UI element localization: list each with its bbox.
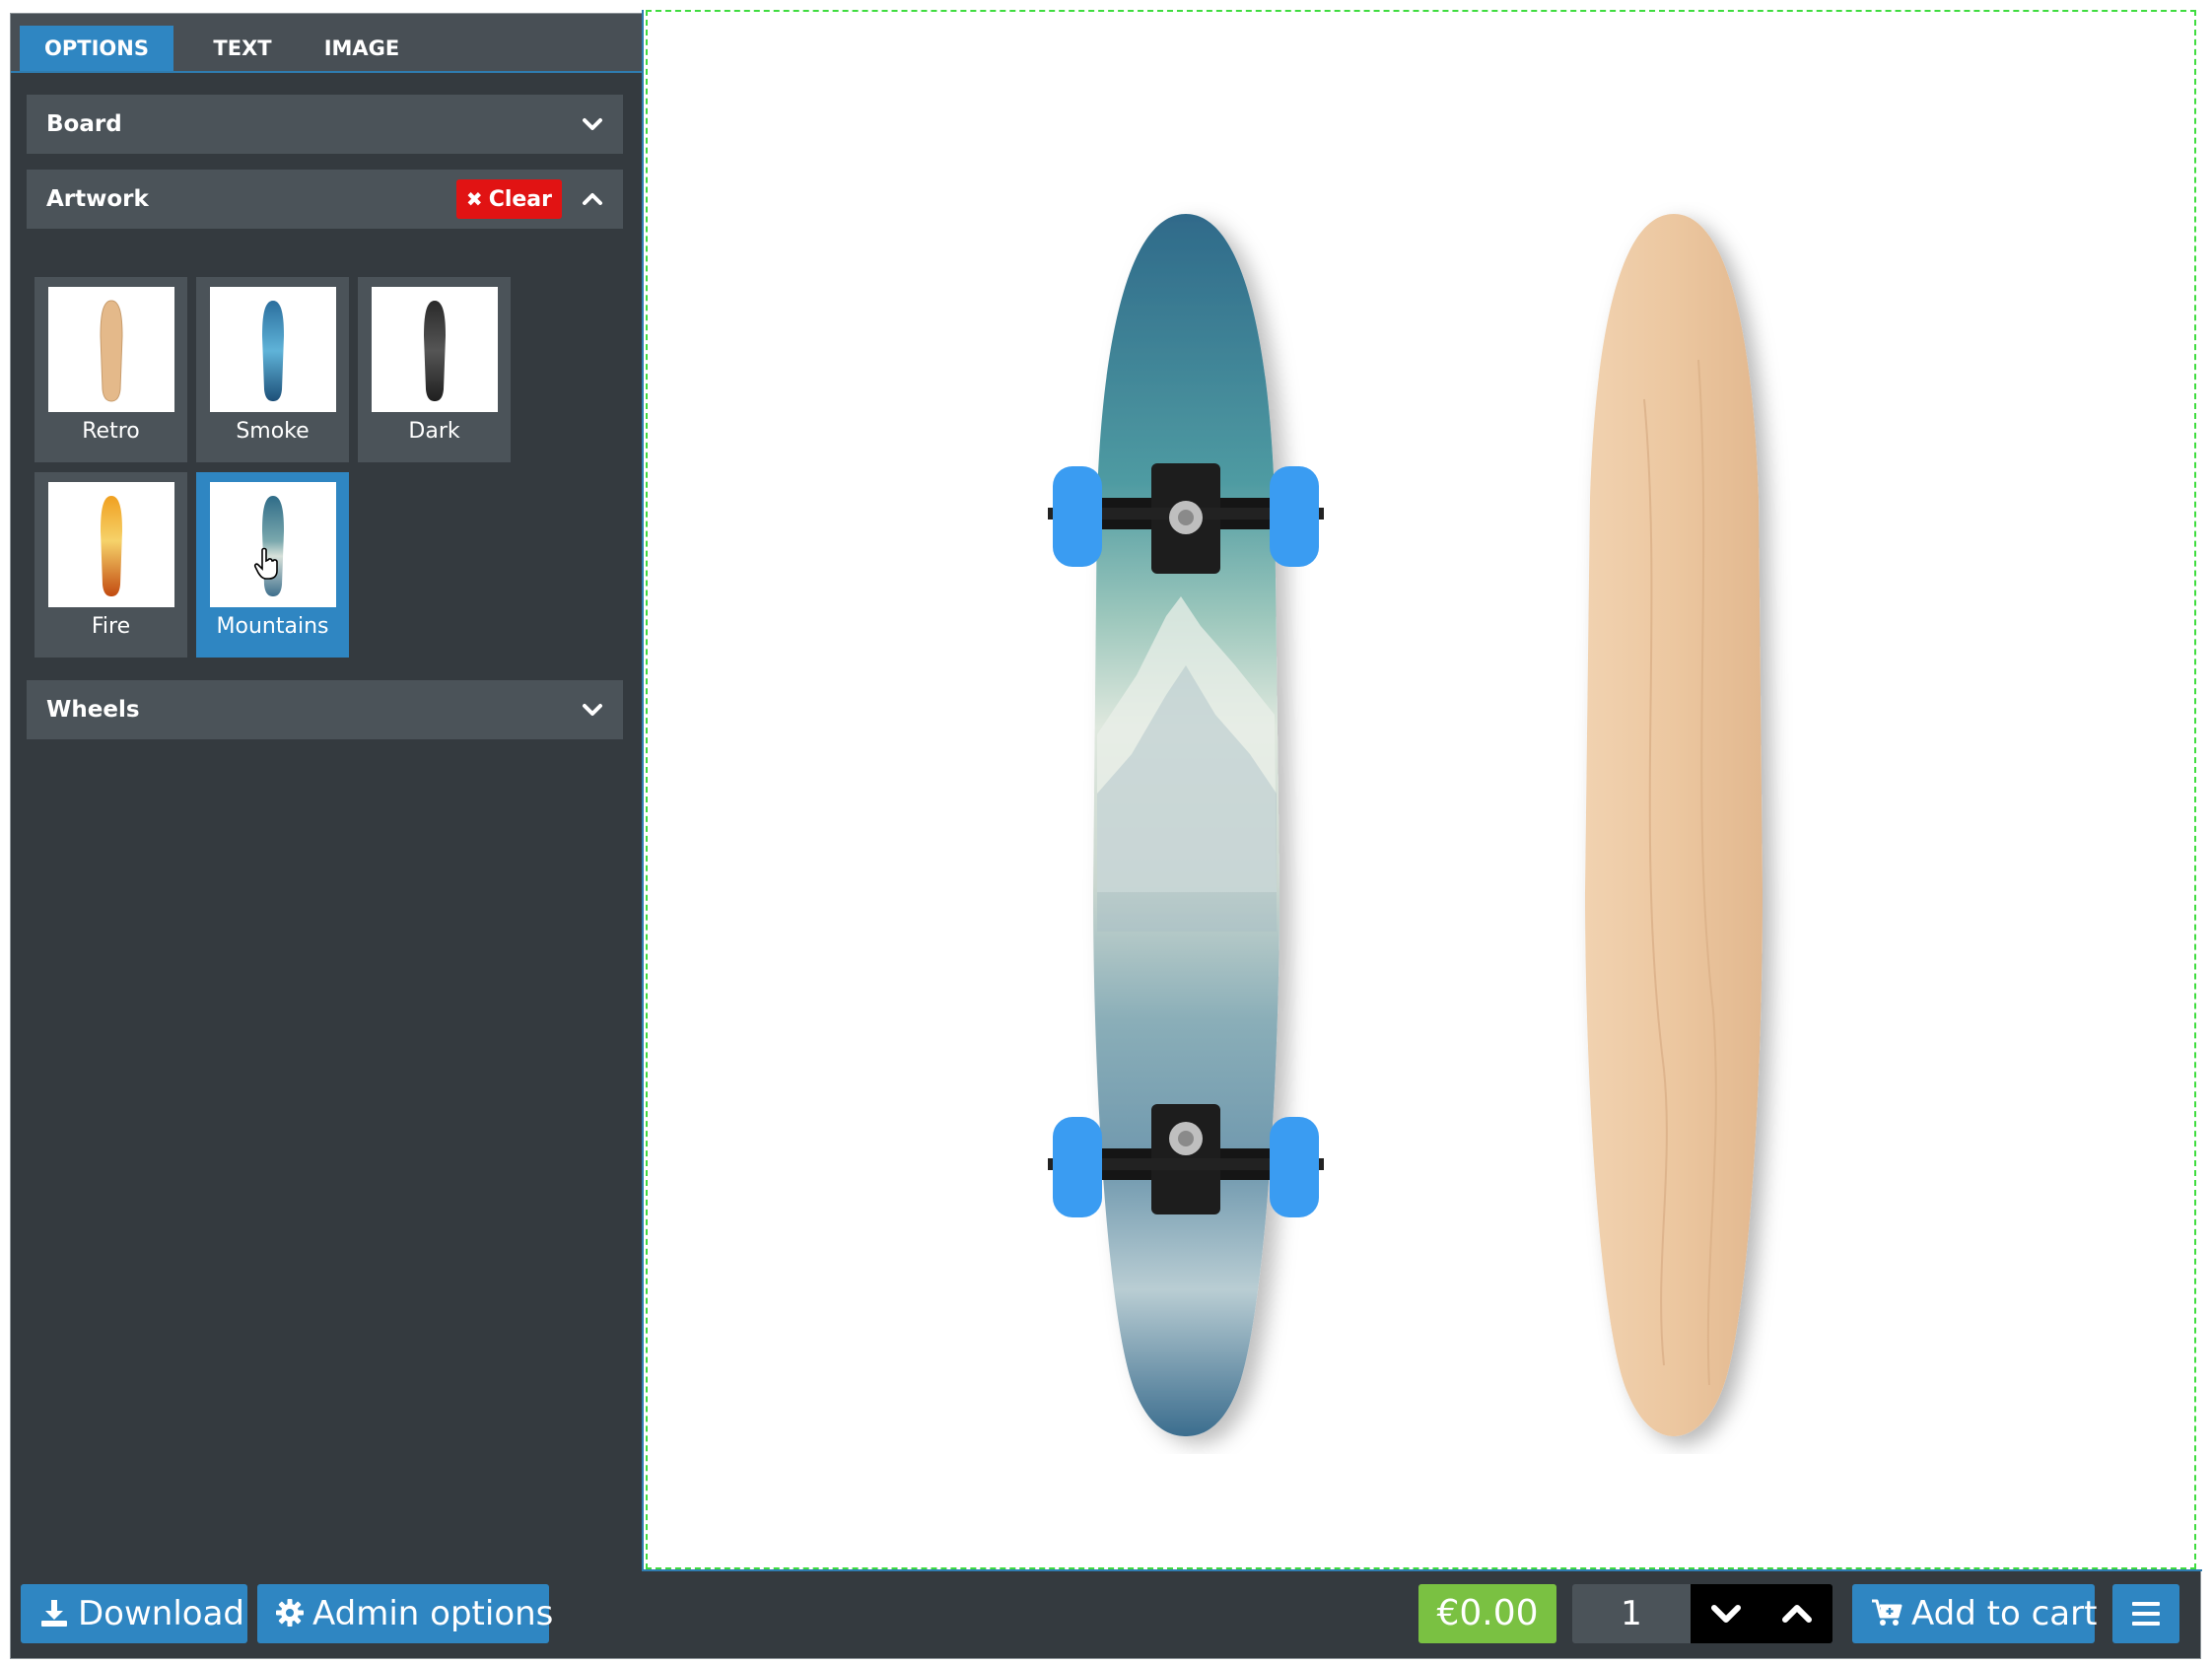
- tile-label: Smoke: [236, 419, 310, 444]
- download-button-label: Download: [78, 1594, 245, 1633]
- chevron-down-icon: [578, 680, 607, 739]
- admin-options-button[interactable]: Admin options: [257, 1584, 553, 1643]
- skateboard-front-view[interactable]: [1018, 202, 1353, 1454]
- accordion-board-title: Board: [46, 111, 122, 137]
- accordion-artwork-title: Artwork: [46, 186, 149, 212]
- retro-board-thumbnail: [48, 287, 174, 412]
- skateboard-back-view[interactable]: [1526, 202, 1822, 1454]
- chevron-down-icon: [578, 95, 607, 154]
- tile-label: Retro: [82, 419, 140, 444]
- quantity-increase-button[interactable]: [1762, 1584, 1832, 1643]
- quantity-input[interactable]: 1: [1572, 1584, 1691, 1643]
- clear-button-label: Clear: [488, 187, 552, 212]
- cart-plus-icon: [1872, 1599, 1902, 1626]
- add-to-cart-label: Add to cart: [1911, 1594, 2098, 1633]
- clear-button[interactable]: ✖ Clear: [455, 179, 562, 219]
- accordion-board[interactable]: Board: [27, 95, 623, 154]
- artwork-option-dark[interactable]: Dark: [358, 277, 511, 462]
- add-to-cart-button[interactable]: Add to cart: [1852, 1584, 2098, 1643]
- download-icon: [41, 1599, 67, 1627]
- close-icon: ✖: [465, 187, 483, 211]
- artwork-option-fire[interactable]: Fire: [35, 472, 187, 658]
- tab-text[interactable]: TEXT: [188, 26, 297, 71]
- menu-button[interactable]: [2112, 1584, 2179, 1643]
- mountains-board-thumbnail: [210, 482, 336, 607]
- chevron-up-icon: [1782, 1605, 1812, 1623]
- accordion-wheels-title: Wheels: [46, 697, 140, 723]
- artwork-option-retro[interactable]: Retro: [35, 277, 187, 462]
- dark-board-thumbnail: [372, 287, 498, 412]
- artwork-option-smoke[interactable]: Smoke: [196, 277, 349, 462]
- smoke-board-thumbnail: [210, 287, 336, 412]
- artwork-option-mountains[interactable]: Mountains: [196, 472, 349, 658]
- tab-bar: OPTIONS TEXT IMAGE: [11, 14, 642, 73]
- chevron-up-icon: [578, 170, 607, 229]
- tile-label: Mountains: [216, 614, 329, 639]
- accordion-artwork[interactable]: Artwork ✖ Clear: [27, 170, 623, 229]
- chevron-down-icon: [1711, 1605, 1741, 1623]
- sidebar: OPTIONS TEXT IMAGE Board Artwork ✖Clear: [11, 14, 642, 1571]
- tile-label: Fire: [91, 614, 131, 639]
- hamburger-menu-icon: [2132, 1602, 2160, 1626]
- design-stage[interactable]: [642, 10, 2202, 1571]
- bottom-truck: [1048, 1104, 1324, 1217]
- bottom-toolbar: Download Admin options €0.00 1 Add to ca…: [11, 1573, 2200, 1658]
- tile-label: Dark: [408, 419, 460, 444]
- selection-outline: [646, 10, 2196, 1569]
- admin-options-label: Admin options: [312, 1594, 554, 1633]
- gear-icon: [276, 1598, 304, 1627]
- hand-pointer-icon: [253, 547, 281, 585]
- product-designer: OPTIONS TEXT IMAGE Board Artwork ✖Clear: [10, 10, 2202, 1659]
- quantity-decrease-button[interactable]: [1691, 1584, 1762, 1643]
- accordion-wheels[interactable]: Wheels: [27, 680, 623, 739]
- fire-board-thumbnail: [48, 482, 174, 607]
- price-display: €0.00: [1418, 1584, 1556, 1643]
- download-button[interactable]: Download: [21, 1584, 247, 1643]
- tab-options[interactable]: OPTIONS: [20, 26, 173, 71]
- top-truck: [1048, 463, 1324, 574]
- tab-image[interactable]: IMAGE: [307, 26, 417, 71]
